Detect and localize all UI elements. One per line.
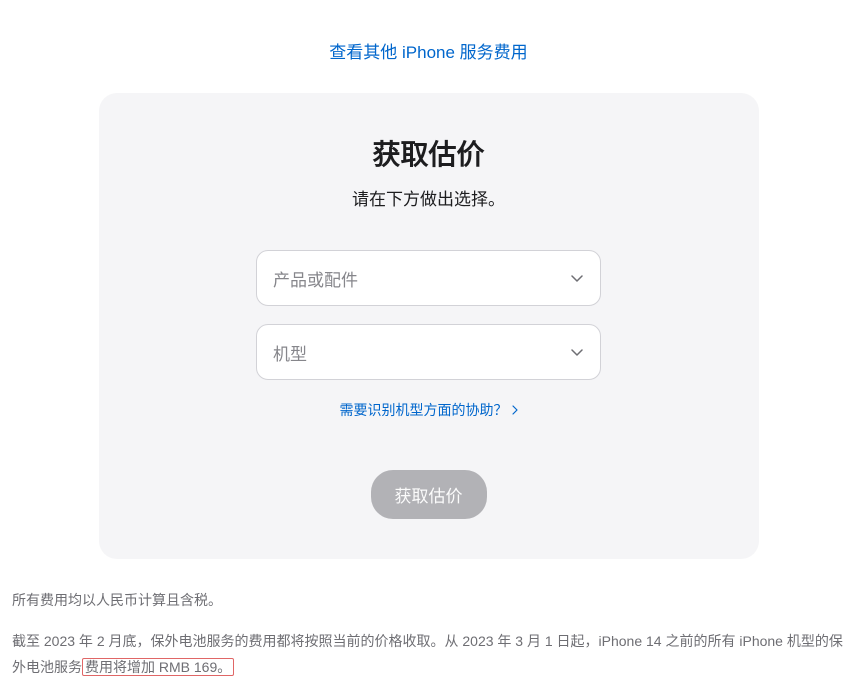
get-estimate-button[interactable]: 获取估价 [371, 470, 487, 519]
estimate-card: 获取估价 请在下方做出选择。 产品或配件 机型 需要识别机型方面的协助？ 获取估… [99, 93, 759, 559]
submit-container: 获取估价 [149, 470, 709, 519]
other-services-link[interactable]: 查看其他 iPhone 服务费用 [329, 43, 527, 62]
footer-line-2: 截至 2023 年 2 月底，保外电池服务的费用都将按照当前的价格收取。从 20… [12, 628, 845, 681]
model-select[interactable]: 机型 [256, 324, 601, 380]
chevron-down-icon [570, 271, 584, 285]
product-select-placeholder: 产品或配件 [273, 266, 358, 291]
chevron-right-icon [512, 405, 518, 415]
chevron-down-icon [570, 345, 584, 359]
footer-highlight: 费用将增加 RMB 169。 [82, 658, 234, 676]
card-subtitle: 请在下方做出选择。 [149, 185, 709, 210]
product-select-wrapper: 产品或配件 [256, 250, 601, 306]
card-title: 获取估价 [149, 133, 709, 173]
top-link-container: 查看其他 iPhone 服务费用 [0, 0, 857, 93]
model-select-placeholder: 机型 [273, 340, 307, 365]
product-select[interactable]: 产品或配件 [256, 250, 601, 306]
help-link[interactable]: 需要识别机型方面的协助？ [340, 400, 518, 420]
footer-line-1: 所有费用均以人民币计算且含税。 [12, 587, 845, 614]
model-select-wrapper: 机型 [256, 324, 601, 380]
help-link-label: 需要识别机型方面的协助？ [340, 400, 508, 420]
